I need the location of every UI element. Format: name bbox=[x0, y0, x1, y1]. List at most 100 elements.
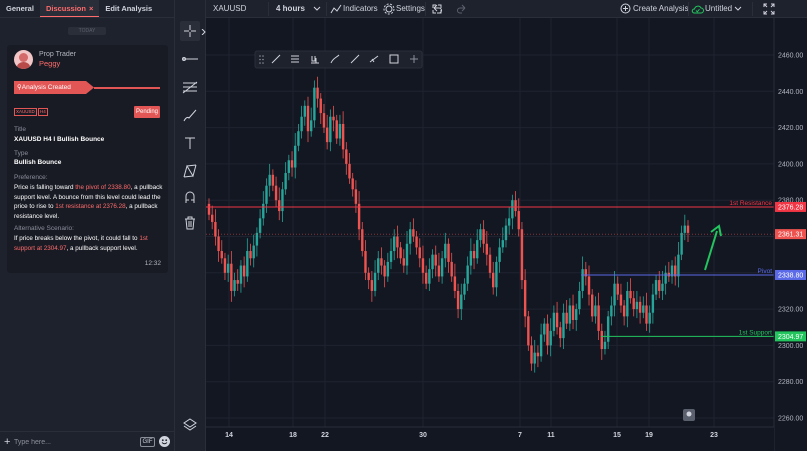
time-tick-label: 30 bbox=[419, 432, 427, 439]
candle-body bbox=[239, 265, 243, 284]
avatar[interactable] bbox=[14, 50, 33, 69]
candle-body bbox=[357, 203, 361, 230]
horizontal-ray-icon[interactable] bbox=[180, 49, 200, 69]
candle-body bbox=[523, 280, 527, 317]
panel-tabs: General Discussion × Edit Analysis bbox=[0, 0, 174, 18]
candle-body bbox=[207, 203, 211, 215]
undo-icon[interactable] bbox=[432, 4, 442, 14]
crosshair-icon[interactable] bbox=[180, 21, 200, 41]
time-tick-label: 18 bbox=[289, 432, 297, 439]
pivot-label: Pivot bbox=[758, 268, 773, 275]
candle-body bbox=[616, 283, 619, 295]
candle-body bbox=[284, 172, 287, 190]
divider bbox=[425, 2, 426, 16]
candle-body bbox=[440, 258, 444, 277]
cloud-check-icon[interactable] bbox=[691, 3, 704, 15]
candle-body bbox=[507, 218, 511, 226]
pivot-price-value: 2338.80 bbox=[778, 272, 803, 279]
plus-icon[interactable]: + bbox=[4, 436, 10, 448]
timeframe-selector[interactable]: 4 hours bbox=[276, 4, 305, 13]
layout-title[interactable]: Untitled bbox=[705, 4, 732, 13]
preference-text: Price is falling toward the pivot of 233… bbox=[14, 183, 164, 221]
tab-general[interactable]: General bbox=[0, 0, 40, 17]
divider bbox=[326, 2, 327, 16]
candle-body bbox=[498, 247, 501, 262]
candle-body bbox=[373, 272, 377, 291]
preference-label: Preference: bbox=[14, 174, 48, 181]
candle-body bbox=[488, 254, 492, 273]
candle-body bbox=[428, 269, 431, 284]
candle-body bbox=[479, 229, 482, 241]
candle-body bbox=[447, 243, 450, 262]
time-axis[interactable] bbox=[206, 427, 774, 451]
candle-body bbox=[450, 261, 453, 277]
chevron-down-icon[interactable] bbox=[313, 6, 321, 12]
pivot-highlight: the pivot of 2338.80 bbox=[75, 184, 131, 191]
gear-icon[interactable] bbox=[383, 3, 395, 15]
time-tick-label: 7 bbox=[518, 432, 522, 439]
layers-icon[interactable] bbox=[180, 415, 200, 435]
divider bbox=[688, 2, 689, 16]
candle-body bbox=[594, 305, 597, 317]
candle-body bbox=[396, 236, 399, 248]
candle-body bbox=[383, 265, 386, 277]
candle-body bbox=[603, 341, 607, 350]
create-analysis-button[interactable]: Create Analysis bbox=[633, 4, 689, 13]
fib-retracement-icon[interactable] bbox=[180, 77, 200, 97]
candle-body bbox=[278, 200, 281, 212]
settings-button[interactable]: Settings bbox=[396, 4, 425, 13]
tab-close-icon[interactable]: × bbox=[89, 4, 93, 13]
candle-body bbox=[555, 312, 559, 328]
indicators-button[interactable]: Indicators bbox=[343, 4, 378, 13]
candle-body bbox=[294, 145, 297, 168]
price-tick-label: 2440.00 bbox=[778, 89, 803, 96]
time-tick-label: 14 bbox=[225, 432, 233, 439]
fullscreen-icon[interactable] bbox=[763, 3, 775, 15]
candle-body bbox=[262, 203, 265, 219]
candle-body bbox=[527, 316, 530, 346]
candle-body bbox=[562, 312, 565, 339]
candle-body bbox=[587, 276, 591, 295]
text-icon[interactable] bbox=[180, 133, 200, 153]
candle-body bbox=[520, 229, 524, 281]
candle-body bbox=[504, 225, 508, 241]
gif-button[interactable]: GIF bbox=[140, 437, 155, 447]
brush-icon[interactable] bbox=[180, 105, 200, 125]
redo-icon[interactable] bbox=[457, 4, 467, 14]
price-chart[interactable]: 1st Resistance Pivot 1st Support 2460.00 24… bbox=[206, 18, 807, 451]
candle-body bbox=[265, 185, 268, 204]
magnet-icon[interactable] bbox=[180, 187, 200, 207]
candle-body bbox=[399, 247, 402, 259]
candle-body bbox=[444, 243, 447, 259]
chevron-down-icon[interactable] bbox=[734, 6, 742, 12]
message-time: 12:32 bbox=[144, 260, 161, 267]
divider bbox=[268, 2, 269, 16]
pattern-icon[interactable] bbox=[180, 161, 200, 181]
message-input[interactable] bbox=[14, 436, 129, 449]
resistance-label: 1st Resistance bbox=[729, 200, 772, 207]
candle-body bbox=[635, 301, 639, 310]
candle-body bbox=[377, 258, 380, 273]
trash-icon[interactable] bbox=[180, 213, 200, 233]
candle-body bbox=[412, 229, 415, 237]
tab-discussion[interactable]: Discussion × bbox=[39, 0, 100, 17]
candle-body bbox=[335, 120, 338, 139]
emoji-icon[interactable] bbox=[159, 436, 170, 447]
title-label: Title bbox=[14, 126, 27, 133]
candle-body bbox=[549, 330, 552, 346]
alternative-text-1: If price breaks below the pivot, it coul… bbox=[14, 235, 140, 242]
symbol-selector[interactable]: XAUUSD bbox=[213, 4, 246, 13]
tab-edit-analysis[interactable]: Edit Analysis bbox=[99, 0, 158, 17]
author-name[interactable]: Peggy bbox=[39, 59, 60, 68]
candle-body bbox=[642, 305, 645, 313]
add-circle-icon[interactable] bbox=[620, 3, 631, 14]
price-tick-label: 2280.00 bbox=[778, 379, 803, 386]
alternative-text: If price breaks below the pivot, it coul… bbox=[14, 234, 164, 253]
candle-body bbox=[546, 323, 549, 346]
candle-body bbox=[287, 160, 291, 173]
candle-body bbox=[281, 189, 284, 212]
candle-body bbox=[686, 225, 690, 233]
candle-body bbox=[632, 298, 635, 310]
candle-body bbox=[242, 265, 246, 277]
indicators-icon[interactable] bbox=[330, 3, 342, 15]
